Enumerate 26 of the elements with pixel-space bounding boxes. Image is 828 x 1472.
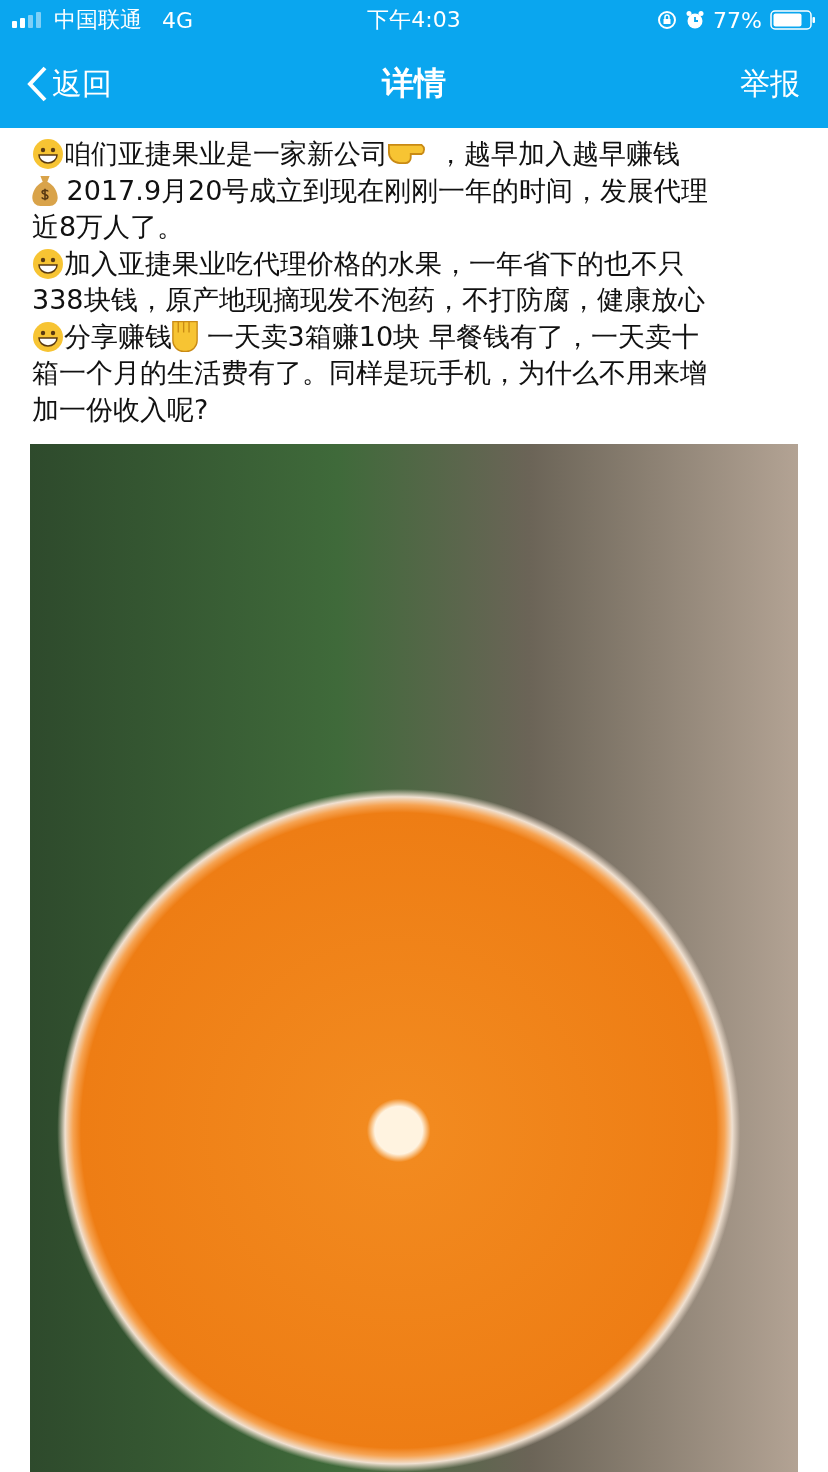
page-title: 详情 — [382, 63, 446, 104]
post-text: 2017.9月20号成立到现在刚刚一年的时间，发展代理 — [65, 173, 709, 208]
post-text: 分享赚钱 — [64, 319, 172, 354]
post-text: 加一份收入呢? — [32, 392, 209, 427]
report-button[interactable]: 举报 — [740, 63, 800, 105]
post-text: 加入亚捷果业吃代理价格的水果，一年省下的也不只 — [64, 246, 685, 281]
post-text: 箱一个月的生活费有了。同样是玩手机，为什么不用来增 — [32, 356, 707, 391]
post-text: 近8万人了。 — [32, 210, 185, 245]
status-time: 下午4:03 — [367, 7, 461, 32]
battery-icon — [770, 10, 816, 30]
rotation-lock-icon — [657, 10, 678, 30]
grinning-face-icon — [32, 138, 64, 171]
carrier-name: 中国联通 — [54, 6, 142, 34]
post-text: 咱们亚捷果业是一家新公司 — [64, 137, 388, 172]
grinning-face-icon — [32, 320, 64, 353]
battery-percent: 77% — [713, 7, 762, 33]
post-text: 一天卖3箱赚10块 早餐钱有了，一天卖十 — [205, 319, 699, 354]
pointing-hand-icon — [388, 144, 428, 165]
grinning-face-icon — [32, 247, 64, 280]
back-button[interactable]: 返回 — [26, 63, 112, 105]
network-type: 4G — [162, 7, 194, 33]
post-text: ，越早加入越早赚钱 — [435, 137, 680, 172]
chevron-left-icon — [26, 65, 48, 103]
alarm-icon — [685, 10, 706, 30]
money-bag-icon — [32, 175, 58, 206]
post-text: 338块钱，原产地现摘现发不泡药，不打防腐，健康放心 — [32, 283, 705, 318]
